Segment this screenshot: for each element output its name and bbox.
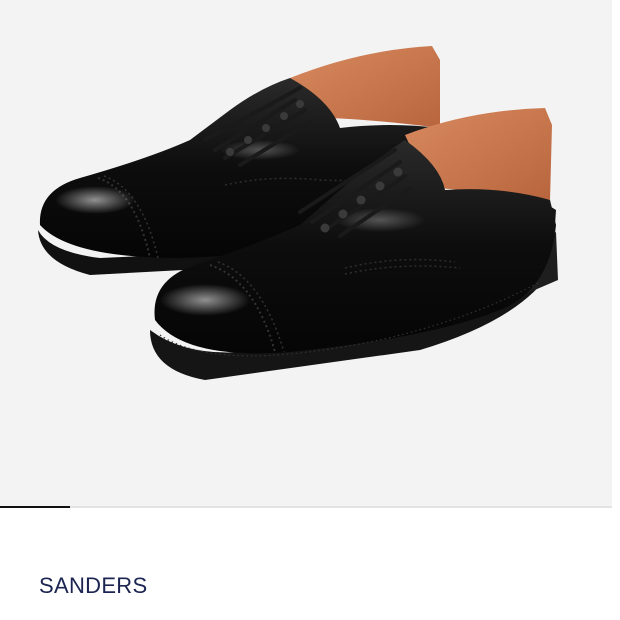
product-image[interactable] [0, 0, 612, 506]
carousel-progress-track[interactable] [0, 506, 612, 508]
carousel-active-indicator [0, 506, 70, 508]
shoe-pair-icon [38, 46, 558, 380]
product-card[interactable]: SANDERS [0, 0, 620, 620]
brand-name[interactable]: SANDERS [39, 572, 147, 600]
